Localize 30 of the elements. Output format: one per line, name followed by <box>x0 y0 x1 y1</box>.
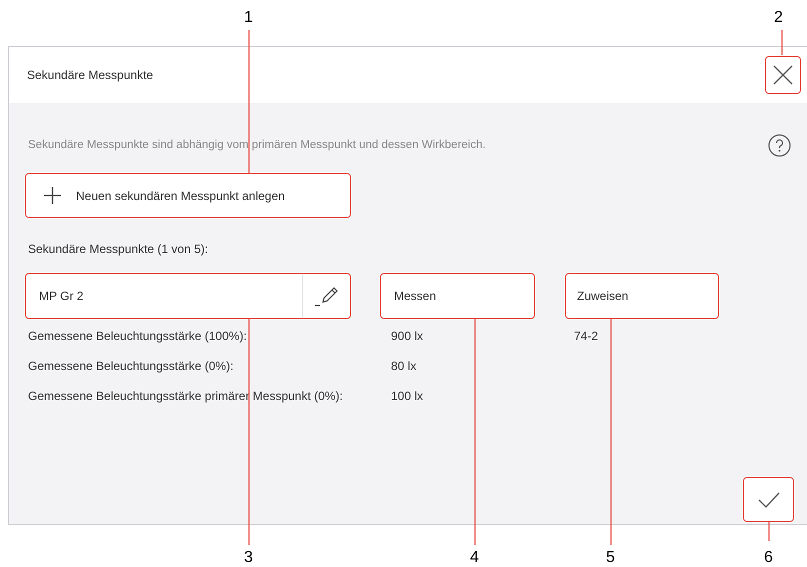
assignment-value: 74-2 <box>574 328 598 345</box>
name-field[interactable]: MP Gr 2 <box>25 273 351 319</box>
reading-label: Gemessene Beleuchtungsstärke (0%): <box>27 359 234 373</box>
assign-button[interactable]: Zuweisen <box>565 273 719 319</box>
dialog-title: Sekundäre Messpunkte <box>27 67 154 84</box>
close-icon <box>773 65 793 85</box>
field-value: MP Gr 2 <box>39 288 84 305</box>
checkmark-icon <box>758 492 780 508</box>
reading-label: Gemessene Beleuchtungsstärke primärer Messpunkt (0%): <box>27 389 343 403</box>
callout-number: 3 <box>244 549 253 567</box>
measure-button[interactable]: Messen <box>380 273 535 319</box>
callout-number: 4 <box>470 549 479 567</box>
reading-value: 900 lx <box>391 329 424 343</box>
close-button[interactable] <box>765 56 801 94</box>
callout-number: 2 <box>774 9 783 27</box>
leader-line <box>781 30 783 55</box>
description-text: Sekundäre Messpunkte sind abhängig vom primären Messpunkt und dessen Wirkbereich. <box>27 138 486 153</box>
callout-number: 1 <box>244 9 253 27</box>
reading-value: 80 lx <box>391 359 416 373</box>
confirm-button[interactable] <box>743 477 794 522</box>
pencil-icon <box>314 285 338 307</box>
section-label: Sekundäre Messpunkte (1 von 5): <box>27 241 210 257</box>
reading-label: Gemessene Beleuchtungsstärke (100%): <box>27 329 247 343</box>
reading-value: 100 lx <box>391 389 424 403</box>
callout-number: 6 <box>764 549 773 567</box>
add-button[interactable]: Neuen sekundären Messpunkt anlegen <box>25 173 351 218</box>
callout-number: 5 <box>606 549 615 567</box>
help-icon[interactable] <box>768 134 791 157</box>
leader-line <box>768 521 770 541</box>
plus-icon <box>44 187 61 204</box>
